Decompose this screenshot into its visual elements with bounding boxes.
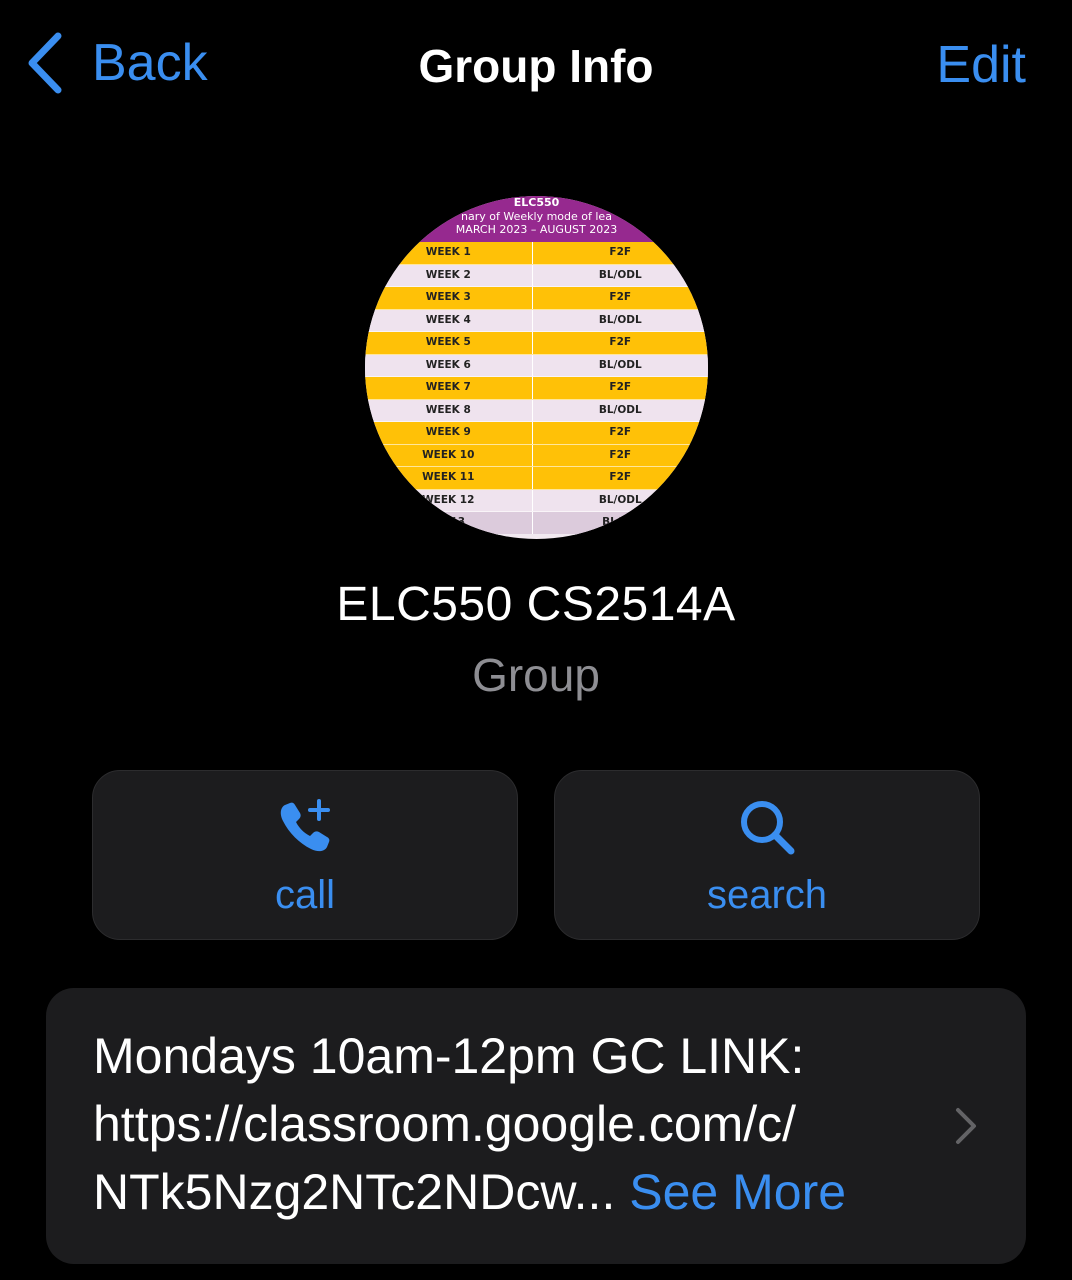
- avatar-week-cell: WEEK 12: [365, 489, 533, 511]
- avatar-mode-cell: F2F: [609, 246, 632, 258]
- avatar-schedule-row: WEEK 9 F2F: [365, 422, 708, 445]
- avatar-week-cell: EK 13: [365, 512, 533, 534]
- avatar-week-cell: WEEK 5: [365, 332, 533, 354]
- group-avatar[interactable]: ELC550 nary of Weekly mode of lea MARCH …: [365, 196, 708, 539]
- avatar-week-cell: WEEK 8: [365, 399, 533, 421]
- avatar-mode-cell: BL/OD: [602, 516, 639, 528]
- avatar-schedule-row: WEEK 5 F2F: [365, 332, 708, 355]
- call-label: call: [274, 873, 336, 917]
- avatar-schedule-row: WEEK 1 F2F: [365, 242, 708, 265]
- avatar-schedule-row: WEEK 6 BL/ODL: [365, 354, 708, 377]
- avatar-schedule-row: WEEK 11 F2F: [365, 467, 708, 490]
- search-icon: [741, 801, 795, 855]
- avatar-week-cell: WEEK 4: [365, 309, 533, 331]
- avatar-mode-cell: BL/ODL: [598, 268, 642, 281]
- avatar-week-cell: WEEK 9: [365, 422, 533, 444]
- avatar-header-dates: MARCH 2023 – AUGUST 2023: [455, 223, 618, 236]
- avatar-week-cell: WEEK 6: [365, 354, 533, 376]
- avatar-mode-cell: F2F: [609, 381, 632, 393]
- avatar-mode-cell: F2F: [609, 291, 632, 303]
- group-info-screen: Back Group Info Edit ELC550 nary of Week…: [0, 0, 1072, 1280]
- navigation-bar: Back Group Info Edit: [0, 0, 1072, 130]
- search-label: search: [706, 873, 828, 917]
- avatar-mode-cell: F2F: [609, 471, 632, 483]
- avatar-schedule-row: WEEK 7 F2F: [365, 377, 708, 400]
- description-line[interactable]: https://classroom.google.com/c/: [93, 1090, 933, 1158]
- avatar-schedule-table: WEEK 1 F2F WEEK 2 BL/ODL WEEK 3 F2F WEEK 4 BL/O…: [365, 242, 708, 535]
- edit-button[interactable]: Edit: [936, 32, 1026, 98]
- group-name: ELC550 CS2514A: [336, 578, 736, 631]
- call-button[interactable]: call: [92, 770, 518, 940]
- phone-plus-icon: [280, 799, 330, 852]
- group-type-label: Group: [472, 649, 600, 701]
- avatar-mode-cell: BL/ODL: [598, 403, 642, 416]
- page-title: Group Info: [418, 40, 654, 92]
- avatar-mode-cell: F2F: [609, 336, 632, 348]
- avatar-mode-cell: BL/ODL: [598, 313, 642, 326]
- avatar-schedule-row: WEEK 12 BL/ODL: [365, 489, 708, 512]
- avatar-image-header: ELC550 nary of Weekly mode of lea MARCH …: [365, 196, 708, 242]
- avatar-mode-cell: BL/ODL: [598, 493, 642, 506]
- avatar-schedule-row: WEEK 10 F2F: [365, 444, 708, 467]
- description-line: Mondays 10am-12pm GC LINK:: [93, 1028, 805, 1084]
- description-line: NTk5Nzg2NTc2NDcw... See More: [93, 1158, 933, 1226]
- see-more-link[interactable]: See More: [629, 1164, 846, 1220]
- search-button[interactable]: search: [554, 770, 980, 940]
- avatar-week-cell: WEEK 11: [365, 467, 533, 489]
- avatar-week-cell: WEEK 3: [365, 287, 533, 309]
- avatar-mode-cell: F2F: [609, 426, 632, 438]
- avatar-schedule-row: EK 13 BL/OD: [365, 512, 708, 535]
- avatar-schedule-row: WEEK 2 BL/ODL: [365, 264, 708, 287]
- avatar-mode-cell: F2F: [609, 448, 632, 461]
- avatar-week-cell: WEEK 10: [365, 444, 533, 466]
- avatar-week-cell: WEEK 7: [365, 377, 533, 399]
- avatar-schedule-row: WEEK 8 BL/ODL: [365, 399, 708, 422]
- avatar-header-title: ELC550: [513, 196, 560, 209]
- avatar-mode-cell: BL/ODL: [598, 358, 642, 371]
- avatar-week-cell: WEEK 1: [365, 242, 533, 264]
- avatar-week-cell: WEEK 2: [365, 264, 533, 286]
- avatar-header-subtitle: nary of Weekly mode of lea: [461, 210, 612, 223]
- avatar-schedule-row: WEEK 4 BL/ODL: [365, 309, 708, 332]
- group-description-card[interactable]: Mondays 10am-12pm GC LINK: https://class…: [46, 988, 1026, 1264]
- description-link-fragment[interactable]: NTk5Nzg2NTc2NDcw...: [93, 1164, 615, 1220]
- group-description: Mondays 10am-12pm GC LINK: https://class…: [93, 1022, 933, 1226]
- avatar-schedule-row: WEEK 3 F2F: [365, 287, 708, 310]
- chevron-right-icon: [956, 1108, 976, 1144]
